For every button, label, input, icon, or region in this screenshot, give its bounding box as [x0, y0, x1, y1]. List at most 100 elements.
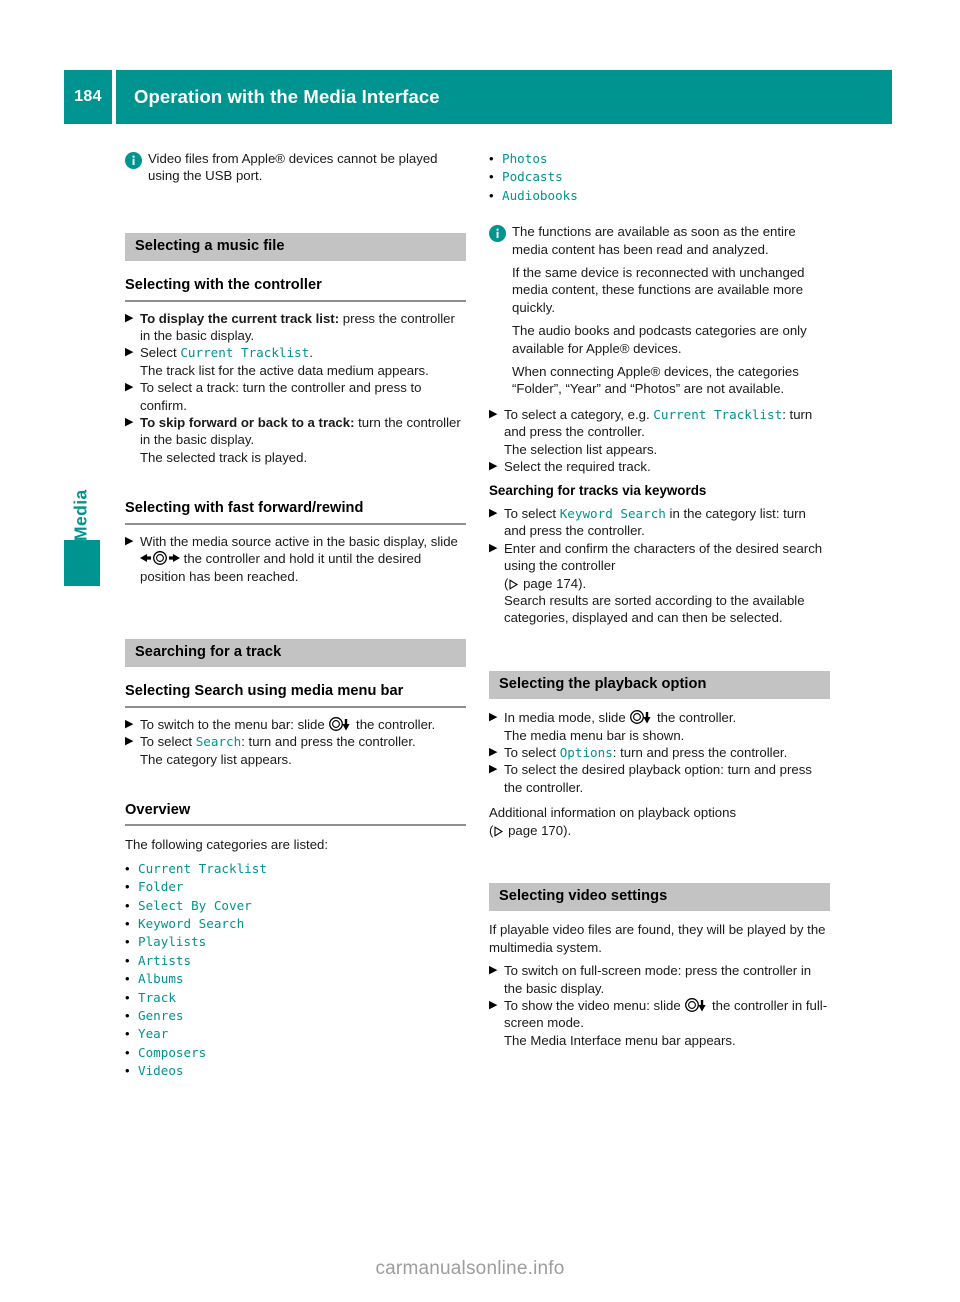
- category-label: Composers: [138, 1044, 207, 1060]
- category-list: • Current Tracklist • Folder • Select By Co…: [125, 860, 466, 1081]
- slide-down-icon: [328, 716, 352, 731]
- step-text-main: Enter and confirm the characters of the …: [504, 540, 823, 574]
- step-text: To select a track: turn the controller a…: [140, 380, 422, 413]
- step-follow: The Media Interface menu bar appears.: [504, 1032, 736, 1048]
- step-marker-icon: ▶: [125, 311, 134, 324]
- step-marker-icon: ▶: [489, 711, 498, 724]
- list-item: • Track: [125, 989, 466, 1007]
- step-item: ▶ Select the required track.: [489, 458, 830, 475]
- step-item: ▶ To select Options: turn and press the …: [489, 744, 830, 761]
- ui-token-search: Search: [195, 734, 242, 750]
- step-marker-icon: ▶: [489, 745, 498, 758]
- bullet-icon: •: [125, 897, 130, 913]
- left-column: Video files from Apple® devices cannot b…: [125, 150, 466, 1081]
- step-marker-icon: ▶: [125, 416, 134, 429]
- category-label: Photos: [502, 151, 548, 166]
- step-text: To select Keyword Search in the category…: [504, 505, 830, 540]
- section-heading-searching-for-track: Searching for a track: [125, 638, 466, 668]
- step-item: ▶ To select the desired playback option:…: [489, 761, 830, 796]
- step-post: the controller.: [653, 710, 737, 726]
- category-label: Podcasts: [502, 169, 563, 185]
- subheading-fast-forward-rewind: Selecting with fast forward/rewind: [125, 500, 466, 525]
- bullet-icon: •: [125, 915, 130, 931]
- watermark: carmanualsonline.info: [375, 1258, 565, 1279]
- subheading-selecting-with-controller: Selecting with the controller: [125, 277, 466, 302]
- step-marker-icon: ▶: [489, 506, 498, 519]
- document-page: 184 Operation with the Media Interface M…: [0, 0, 960, 1302]
- bullet-icon: •: [125, 1044, 130, 1060]
- page-number: 184: [64, 70, 112, 124]
- ui-token-current-tracklist: Current Tracklist: [180, 345, 310, 361]
- step-item: ▶ To select a track: turn the controller…: [125, 379, 466, 414]
- step-text: Select Current Tracklist. The track list …: [140, 344, 466, 379]
- step-marker-icon: ▶: [489, 541, 498, 554]
- step-marker-icon: ▶: [489, 460, 498, 473]
- section-heading-playback-option: Selecting the playback option: [489, 670, 830, 700]
- step-marker-icon: ▶: [125, 381, 134, 394]
- step-item: ▶ Enter and confirm the characters of th…: [489, 540, 830, 627]
- step-item: ▶ To switch to the menu bar: slide the c…: [125, 716, 466, 733]
- category-label: Audiobooks: [502, 187, 578, 203]
- category-label: Folder: [138, 879, 184, 895]
- step-text: Select the required track.: [504, 459, 651, 475]
- step-item: ▶ Select Current Tracklist. The track lis…: [125, 344, 466, 379]
- category-label: Genres: [138, 1008, 184, 1023]
- subheading-overview: Overview: [125, 802, 466, 827]
- subheading-selecting-search-menu-bar: Selecting Search using media menu bar: [125, 683, 466, 708]
- category-label: Year: [138, 1026, 169, 1042]
- list-item: • Playlists: [125, 933, 466, 951]
- cross-reference-label: page 170: [508, 822, 564, 838]
- list-item: • Current Tracklist: [125, 860, 466, 878]
- additional-info-text: Additional information on playback optio…: [489, 805, 737, 838]
- info-note-text: The functions are available as soon as t…: [512, 223, 830, 398]
- step-pre: Select: [140, 345, 181, 361]
- slide-down-icon: [629, 710, 653, 725]
- side-tab-marker: [64, 540, 100, 586]
- category-label: Keyword Search: [138, 915, 245, 931]
- step-item: ▶ To select a category, e.g. Current Tra…: [489, 406, 830, 458]
- step-item: ▶ With the media source active in the ba…: [125, 533, 466, 585]
- step-pre: To select a category, e.g.: [504, 406, 654, 422]
- category-list-continued: • Photos • Podcasts • Audiobooks: [489, 150, 830, 205]
- step-text: Enter and confirm the characters of the …: [504, 540, 823, 626]
- step-text: To display the current track list: press…: [140, 310, 466, 345]
- step-marker-icon: ▶: [125, 346, 134, 359]
- step-item: ▶ To skip forward or back to a track: tu…: [125, 414, 466, 466]
- note-paragraph: The audio books and podcasts categories …: [512, 323, 807, 356]
- right-column: • Photos • Podcasts • Audiobooks The functi…: [489, 150, 830, 1049]
- list-item: • Videos: [125, 1062, 466, 1080]
- step-text: In media mode, slide the controller. The …: [504, 709, 830, 744]
- step-pre: To select: [504, 505, 560, 521]
- category-label: Playlists: [138, 934, 207, 950]
- bullet-icon: •: [125, 1063, 130, 1079]
- step-follow: The category list appears.: [140, 751, 292, 767]
- list-item: • Composers: [125, 1044, 466, 1062]
- slide-down-icon: [684, 998, 708, 1012]
- category-label: Videos: [138, 1063, 184, 1079]
- step-text: To select Options: turn and press the co…: [504, 744, 830, 761]
- list-item: • Artists: [125, 952, 466, 970]
- step-marker-icon: ▶: [489, 999, 498, 1012]
- bullet-icon: •: [125, 971, 130, 987]
- cross-reference-icon: [508, 578, 519, 590]
- step-follow: The track list for the active data mediu…: [140, 362, 429, 378]
- info-icon: [489, 225, 508, 243]
- step-lead: To skip forward or back to a track:: [140, 415, 355, 431]
- step-post: : turn and press the controller.: [241, 734, 416, 750]
- list-item: • Select By Cover: [125, 897, 466, 915]
- subheading-searching-via-keywords: Searching for tracks via keywords: [489, 482, 707, 498]
- info-icon: [125, 152, 144, 169]
- bullet-icon: •: [489, 169, 494, 185]
- step-text: To select a category, e.g. Current Track…: [504, 406, 830, 458]
- category-label: Albums: [138, 971, 184, 987]
- step-pre: To select: [140, 734, 196, 750]
- category-label: Track: [138, 989, 176, 1005]
- slide-left-right-icon: [140, 551, 180, 566]
- section-heading-selecting-music-file: Selecting a music file: [125, 232, 466, 262]
- step-marker-icon: ▶: [489, 407, 498, 420]
- category-label: Select By Cover: [138, 897, 252, 913]
- step-marker-icon: ▶: [125, 717, 134, 730]
- step-item: ▶ To select Search: turn and press the c…: [125, 733, 466, 768]
- info-note: The functions are available as soon as t…: [489, 223, 830, 398]
- list-item: • Podcasts: [489, 168, 830, 186]
